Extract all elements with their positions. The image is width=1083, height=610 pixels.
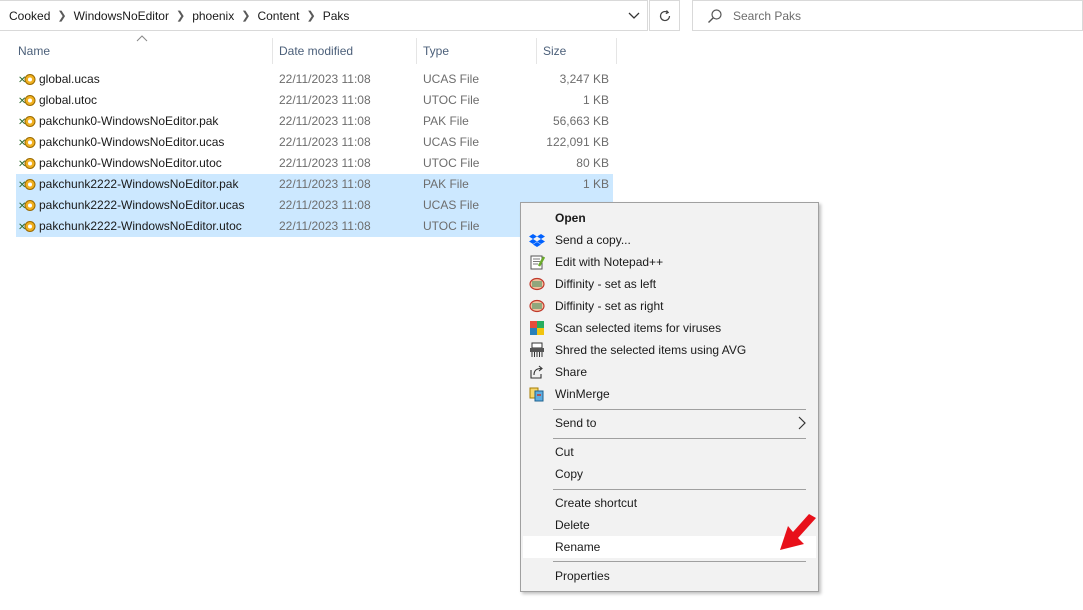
- file-date: 22/11/2023 11:08: [279, 93, 371, 107]
- file-name: global.utoc: [39, 93, 98, 107]
- column-header-type[interactable]: Type: [417, 38, 537, 64]
- file-size: 3,247 KB: [559, 72, 609, 86]
- chevron-right-icon[interactable]: ❯: [303, 9, 318, 22]
- address-dropdown-button[interactable]: [621, 1, 647, 30]
- diffinity-icon: [529, 299, 545, 313]
- file-size: 80 KB: [576, 156, 609, 170]
- file-type: PAK File: [423, 177, 469, 191]
- file-date: 22/11/2023 11:08: [279, 135, 371, 149]
- search-box[interactable]: Search Paks: [692, 0, 1083, 31]
- menu-item-send-copy[interactable]: Send a copy...: [523, 229, 816, 251]
- shredder-icon: [530, 342, 544, 357]
- red-arrow-annotation-icon: [780, 514, 816, 550]
- chevron-right-icon[interactable]: ❯: [173, 9, 188, 22]
- menu-item-notepad[interactable]: Edit with Notepad++: [523, 251, 816, 273]
- menu-item-create-shortcut[interactable]: Create shortcut: [523, 492, 816, 514]
- column-header-date[interactable]: Date modified: [273, 38, 417, 64]
- breadcrumb-cooked[interactable]: Cooked: [5, 9, 54, 23]
- avg-scan-icon: [530, 321, 544, 335]
- refresh-icon: [659, 9, 670, 21]
- menu-item-properties[interactable]: Properties: [523, 565, 816, 587]
- menu-item-diffinity-right[interactable]: Diffinity - set as right: [523, 295, 816, 317]
- file-size: 1 KB: [582, 93, 609, 107]
- file-name: pakchunk2222-WindowsNoEditor.utoc: [39, 219, 242, 233]
- menu-item-rename[interactable]: Rename: [523, 536, 816, 558]
- file-date: 22/11/2023 11:08: [279, 219, 371, 233]
- file-name: pakchunk0-WindowsNoEditor.utoc: [39, 156, 222, 170]
- file-name: global.ucas: [39, 72, 100, 86]
- menu-item-open[interactable]: Open: [523, 207, 816, 229]
- chevron-right-icon[interactable]: ❯: [54, 9, 69, 22]
- dropbox-icon: [529, 234, 545, 247]
- diffinity-icon: [529, 277, 545, 291]
- chevron-down-icon: [628, 12, 640, 19]
- search-icon: [705, 6, 725, 26]
- file-icon: ✕: [18, 179, 36, 191]
- menu-separator: [553, 409, 806, 410]
- file-type: UCAS File: [423, 198, 480, 212]
- breadcrumb-content[interactable]: Content: [253, 9, 303, 23]
- menu-item-cut[interactable]: Cut: [523, 441, 816, 463]
- file-name: pakchunk2222-WindowsNoEditor.ucas: [39, 198, 245, 212]
- file-icon: ✕: [18, 95, 36, 107]
- file-name: pakchunk2222-WindowsNoEditor.pak: [39, 177, 239, 191]
- breadcrumb-windowsnoeditor[interactable]: WindowsNoEditor: [70, 9, 173, 23]
- column-header-name[interactable]: Name: [12, 38, 273, 64]
- file-icon: ✕: [18, 74, 36, 86]
- file-type: PAK File: [423, 114, 469, 128]
- menu-item-share[interactable]: Share: [523, 361, 816, 383]
- file-date: 22/11/2023 11:08: [279, 114, 371, 128]
- file-date: 22/11/2023 11:08: [279, 72, 371, 86]
- file-date: 22/11/2023 11:08: [279, 156, 371, 170]
- table-row-selected[interactable]: ✕ pakchunk2222-WindowsNoEditor.pak 22/11…: [16, 174, 613, 195]
- context-menu: Open Send a copy... Edit with Notepad++ …: [520, 202, 819, 592]
- menu-item-copy[interactable]: Copy: [523, 463, 816, 485]
- file-type: UTOC File: [423, 93, 480, 107]
- chevron-right-icon[interactable]: ❯: [238, 9, 253, 22]
- menu-item-delete[interactable]: Delete: [523, 514, 816, 536]
- menu-separator: [553, 438, 806, 439]
- file-name: pakchunk0-WindowsNoEditor.ucas: [39, 135, 225, 149]
- column-header-size[interactable]: Size: [537, 38, 617, 64]
- table-row[interactable]: ✕ pakchunk0-WindowsNoEditor.utoc 22/11/2…: [16, 153, 613, 174]
- menu-separator: [553, 561, 806, 562]
- address-bar[interactable]: Cooked ❯ WindowsNoEditor ❯ phoenix ❯ Con…: [0, 0, 648, 31]
- file-size: 122,091 KB: [546, 135, 609, 149]
- file-date: 22/11/2023 11:08: [279, 198, 371, 212]
- breadcrumb-phoenix[interactable]: phoenix: [188, 9, 238, 23]
- file-size: 1 KB: [582, 177, 609, 191]
- table-row[interactable]: ✕ pakchunk0-WindowsNoEditor.ucas 22/11/2…: [16, 132, 613, 153]
- menu-item-scan-viruses[interactable]: Scan selected items for viruses: [523, 317, 816, 339]
- file-type: UTOC File: [423, 156, 480, 170]
- menu-item-winmerge[interactable]: WinMerge: [523, 383, 816, 405]
- file-type: UCAS File: [423, 135, 480, 149]
- file-type: UCAS File: [423, 72, 480, 86]
- menu-item-send-to[interactable]: Send to: [523, 412, 816, 434]
- table-row[interactable]: ✕ global.ucas 22/11/2023 11:08 UCAS File…: [16, 69, 613, 90]
- menu-item-diffinity-left[interactable]: Diffinity - set as left: [523, 273, 816, 295]
- file-size: 56,663 KB: [552, 114, 609, 128]
- breadcrumb-paks[interactable]: Paks: [319, 9, 354, 23]
- share-icon: [530, 365, 543, 379]
- file-date: 22/11/2023 11:08: [279, 177, 371, 191]
- file-icon: ✕: [18, 137, 36, 149]
- file-icon: ✕: [18, 158, 36, 170]
- file-type: UTOC File: [423, 219, 480, 233]
- notepad-plus-plus-icon: [530, 255, 545, 270]
- file-name: pakchunk0-WindowsNoEditor.pak: [39, 114, 219, 128]
- table-row[interactable]: ✕ pakchunk0-WindowsNoEditor.pak 22/11/20…: [16, 111, 613, 132]
- search-input[interactable]: Search Paks: [733, 9, 801, 23]
- refresh-button[interactable]: [649, 0, 680, 31]
- file-icon: ✕: [18, 116, 36, 128]
- table-row[interactable]: ✕ global.utoc 22/11/2023 11:08 UTOC File…: [16, 90, 613, 111]
- file-icon: ✕: [18, 200, 36, 212]
- breadcrumb: Cooked ❯ WindowsNoEditor ❯ phoenix ❯ Con…: [0, 1, 621, 30]
- menu-item-shred[interactable]: Shred the selected items using AVG: [523, 339, 816, 361]
- file-icon: ✕: [18, 221, 36, 233]
- menu-separator: [553, 489, 806, 490]
- chevron-right-icon: [798, 416, 806, 430]
- winmerge-icon: [529, 387, 544, 402]
